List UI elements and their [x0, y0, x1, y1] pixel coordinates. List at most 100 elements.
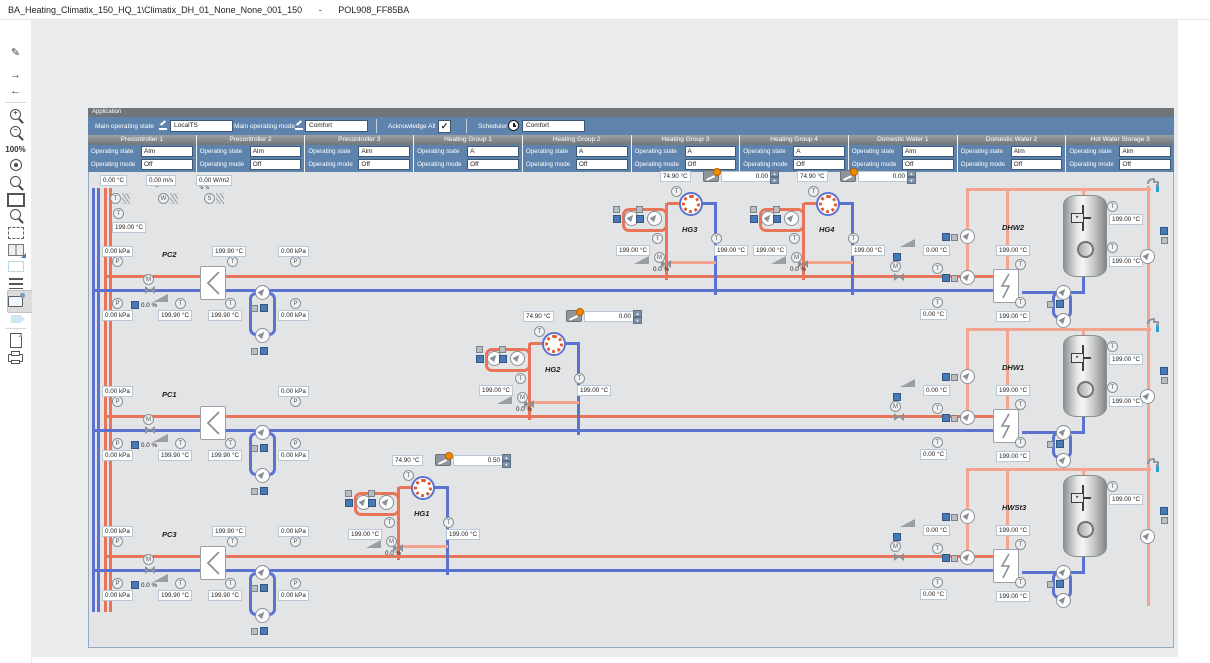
- pressure-value[interactable]: 0.00 kPa: [102, 450, 133, 461]
- pump-command-icon[interactable]: [260, 444, 268, 452]
- valve-position-value[interactable]: 0.0 %: [642, 266, 680, 273]
- supply-temp-value[interactable]: 199.00 °C: [479, 385, 513, 396]
- setpoint-offset-field[interactable]: 0.00: [584, 311, 634, 322]
- pump-command-icon[interactable]: [613, 215, 621, 223]
- pressure-value[interactable]: 0.00 kPa: [278, 526, 309, 537]
- zoom-select-icon[interactable]: [5, 208, 26, 224]
- hx-return-temp-value[interactable]: 199.00 °C: [996, 451, 1030, 462]
- valve-position-value[interactable]: 0.0 %: [141, 442, 157, 449]
- navigate-back-icon[interactable]: ←: [5, 84, 26, 100]
- charge-pump-icon[interactable]: [960, 229, 975, 244]
- mixing-valve-icon[interactable]: [542, 332, 566, 356]
- return-temp-value[interactable]: 199.00 °C: [577, 385, 611, 396]
- control-valve-icon[interactable]: [894, 273, 904, 282]
- operating-mode-field[interactable]: Off: [1011, 159, 1063, 170]
- circulation-pump-icon[interactable]: [255, 425, 270, 440]
- pressure-value[interactable]: 0.00 kPa: [102, 310, 133, 321]
- pump-command-icon[interactable]: [476, 355, 484, 363]
- circulation-pump-icon[interactable]: [647, 211, 662, 226]
- setpoint-slider-icon[interactable]: [566, 310, 582, 322]
- supply-temp-value[interactable]: 199.00 °C: [616, 245, 650, 256]
- operating-state-field[interactable]: A: [793, 146, 845, 157]
- heat-exchanger-icon[interactable]: [200, 266, 226, 300]
- return-low-temp-value[interactable]: 0.00 °C: [920, 589, 947, 600]
- pump-command-icon[interactable]: [260, 487, 268, 495]
- recirc-command-icon[interactable]: [1160, 227, 1168, 235]
- recirculation-pump-icon[interactable]: [1140, 249, 1155, 264]
- main-mode-field[interactable]: Comfort: [305, 120, 368, 132]
- charge-temp-value[interactable]: 199.00 °C: [996, 525, 1030, 536]
- electric-heat-exchanger-icon[interactable]: [993, 549, 1019, 583]
- step-up-icon[interactable]: ▲: [502, 454, 511, 461]
- setpoint-slider-icon[interactable]: [435, 454, 451, 466]
- tank-top-temp-value[interactable]: 199.00 °C: [1109, 494, 1143, 505]
- zoom-fit-icon[interactable]: [5, 158, 26, 174]
- flow-setpoint-value[interactable]: 74.90 °C: [523, 311, 554, 322]
- charge-temp-value[interactable]: 199.00 °C: [996, 385, 1030, 396]
- pump-command-icon[interactable]: [260, 304, 268, 312]
- flow-setpoint-value[interactable]: 74.90 °C: [797, 171, 828, 182]
- pump-command-icon[interactable]: [1056, 300, 1064, 308]
- recirculation-pump-icon[interactable]: [1140, 529, 1155, 544]
- zoom-level-label[interactable]: 100%: [5, 142, 26, 158]
- operating-state-field[interactable]: A: [685, 146, 737, 157]
- storage-tank[interactable]: [1063, 335, 1107, 417]
- pump-command-icon[interactable]: [1056, 580, 1064, 588]
- circulation-pump-icon[interactable]: [510, 351, 525, 366]
- pressure-value[interactable]: 0.00 kPa: [102, 246, 133, 257]
- pressure-value[interactable]: 0.00 kPa: [102, 526, 133, 537]
- operating-mode-field[interactable]: Off: [358, 159, 410, 170]
- tank-top-temp-value[interactable]: 199.00 °C: [1109, 354, 1143, 365]
- circulation-pump-icon[interactable]: [784, 211, 799, 226]
- setpoint-offset-field[interactable]: 0.00: [858, 171, 908, 182]
- return-temp-value[interactable]: 199.90 °C: [208, 590, 242, 601]
- supply-temp-value[interactable]: 199.00 °C: [753, 245, 787, 256]
- flow-setpoint-value[interactable]: 74.90 °C: [392, 455, 423, 466]
- pump-command-icon[interactable]: [942, 554, 950, 562]
- recirculation-pump-icon[interactable]: [1140, 389, 1155, 404]
- window-zoom-icon[interactable]: [5, 191, 26, 207]
- pressure-value[interactable]: 0.00 kPa: [102, 386, 133, 397]
- offset-stepper[interactable]: ▲▼: [502, 454, 511, 467]
- tank-top-temp-value[interactable]: 199.00 °C: [1109, 214, 1143, 225]
- return-temp-value[interactable]: 199.90 °C: [158, 310, 192, 321]
- tank-pump-icon[interactable]: [1056, 425, 1071, 440]
- pump-command-icon[interactable]: [345, 499, 353, 507]
- pump-command-icon[interactable]: [260, 584, 268, 592]
- pressure-value[interactable]: 0.00 kPa: [278, 590, 309, 601]
- pump-command-icon[interactable]: [368, 499, 376, 507]
- zoom-in-icon[interactable]: +: [5, 108, 26, 124]
- mixed-temp-value[interactable]: 0.00 °C: [923, 385, 950, 396]
- return-temp-value[interactable]: 199.00 °C: [446, 529, 480, 540]
- primary-pump-icon[interactable]: [960, 550, 975, 565]
- operating-mode-field[interactable]: Off: [141, 159, 193, 170]
- storage-tank[interactable]: [1063, 475, 1107, 557]
- zoom-out-icon[interactable]: −: [5, 125, 26, 141]
- pressure-value[interactable]: 0.00 kPa: [102, 590, 133, 601]
- tank-mid-temp-value[interactable]: 199.00 °C: [1109, 256, 1143, 267]
- operating-state-field[interactable]: Alm: [250, 146, 302, 157]
- flow-setpoint-value[interactable]: 74.90 °C: [660, 171, 691, 182]
- pressure-value[interactable]: 0.00 kPa: [278, 310, 309, 321]
- operating-state-field[interactable]: Alm: [141, 146, 193, 157]
- pump-command-icon[interactable]: [499, 355, 507, 363]
- navigate-forward-icon[interactable]: →: [5, 68, 26, 84]
- circulation-pump-icon[interactable]: [255, 285, 270, 300]
- hx-return-temp-value[interactable]: 199.00 °C: [996, 311, 1030, 322]
- mixing-valve-icon[interactable]: [679, 192, 703, 216]
- recirc-command-icon[interactable]: [1160, 507, 1168, 515]
- pump-command-icon[interactable]: [750, 215, 758, 223]
- offset-stepper[interactable]: ▲▼: [907, 170, 916, 183]
- charge-pump-icon[interactable]: [960, 509, 975, 524]
- hx-return-temp-value[interactable]: 199.00 °C: [996, 591, 1030, 602]
- main-state-field[interactable]: LocalTS: [170, 120, 233, 132]
- return-temp-value[interactable]: 199.90 °C: [208, 450, 242, 461]
- pump-command-icon[interactable]: [260, 627, 268, 635]
- circulation-pump-icon[interactable]: [255, 328, 270, 343]
- supply-temp-value[interactable]: 199.00 °C: [348, 529, 382, 540]
- pump-command-icon[interactable]: [260, 347, 268, 355]
- return-low-temp-value[interactable]: 0.00 °C: [920, 309, 947, 320]
- valve-position-value[interactable]: 0.0 %: [374, 550, 412, 557]
- wind-speed-value[interactable]: 0.00 m/s: [146, 175, 176, 186]
- mixed-temp-value[interactable]: 0.00 °C: [923, 245, 950, 256]
